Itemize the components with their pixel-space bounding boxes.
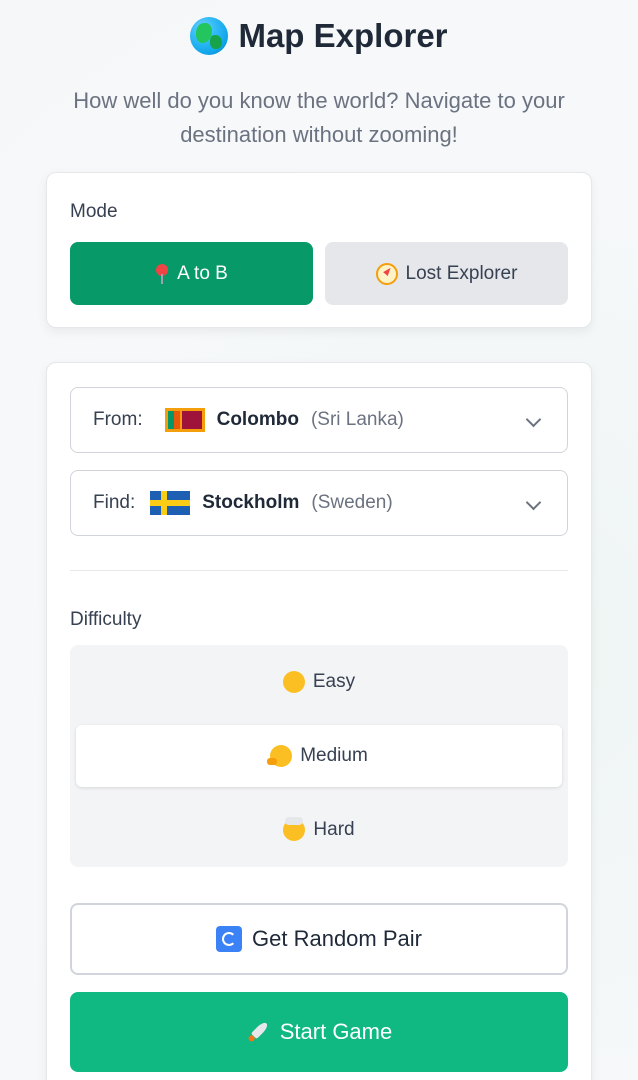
get-random-pair-label: Get Random Pair xyxy=(252,926,422,951)
page-title: Map Explorer xyxy=(0,14,638,58)
difficulty-medium-label: Medium xyxy=(300,745,368,766)
exploding-head-emoji-icon xyxy=(283,817,306,841)
mode-card: Mode A to B Lost Explorer xyxy=(46,172,592,328)
divider xyxy=(70,570,568,571)
mode-toggle: A to B Lost Explorer xyxy=(70,242,568,305)
from-city-name: Colombo xyxy=(216,409,299,430)
from-label: From: xyxy=(93,409,143,430)
globe-icon xyxy=(190,17,229,55)
get-random-pair-button[interactable]: Get Random Pair xyxy=(70,903,568,975)
difficulty-label: Difficulty xyxy=(70,609,142,630)
page-subtitle: How well do you know the world? Navigate… xyxy=(73,88,565,147)
find-country-name: (Sweden) xyxy=(311,492,393,513)
start-game-label: Start Game xyxy=(279,1019,393,1044)
find-label: Find: xyxy=(93,492,136,513)
refresh-icon xyxy=(216,926,243,952)
header: Map Explorer How well do you know the wo… xyxy=(0,0,638,152)
rocket-icon xyxy=(241,1015,275,1049)
start-game-button[interactable]: Start Game xyxy=(70,992,568,1072)
mode-a-to-b-label: A to B xyxy=(177,262,228,284)
chevron-down-icon xyxy=(525,494,542,511)
difficulty-hard-option[interactable]: Hard xyxy=(76,799,562,861)
find-city-select[interactable]: Find: Stockholm (Sweden) xyxy=(70,470,568,536)
smile-emoji-icon xyxy=(282,671,305,693)
mode-a-to-b-button[interactable]: A to B xyxy=(70,242,313,305)
from-city-select[interactable]: From: Colombo (Sri Lanka) xyxy=(70,387,568,453)
page-title-text: Map Explorer xyxy=(238,17,448,54)
from-country-name: (Sri Lanka) xyxy=(310,409,404,430)
game-setup-card: From: Colombo (Sri Lanka) Find: Stockhol… xyxy=(46,362,592,1080)
compass-icon xyxy=(375,262,398,285)
difficulty-selector: Easy Medium Hard xyxy=(70,645,568,867)
sri-lanka-flag-icon xyxy=(164,408,205,432)
pin-icon xyxy=(155,263,169,284)
mode-label: Mode xyxy=(70,201,118,222)
difficulty-easy-option[interactable]: Easy xyxy=(76,651,562,713)
mode-lost-explorer-label: Lost Explorer xyxy=(405,262,518,284)
mode-lost-explorer-button[interactable]: Lost Explorer xyxy=(325,242,568,305)
difficulty-hard-label: Hard xyxy=(313,819,355,840)
chevron-down-icon xyxy=(525,411,542,428)
sweden-flag-icon xyxy=(150,491,191,515)
difficulty-easy-label: Easy xyxy=(312,671,356,692)
difficulty-medium-option[interactable]: Medium xyxy=(76,725,562,787)
thinking-emoji-icon xyxy=(267,745,293,767)
find-city-name: Stockholm xyxy=(202,492,300,513)
